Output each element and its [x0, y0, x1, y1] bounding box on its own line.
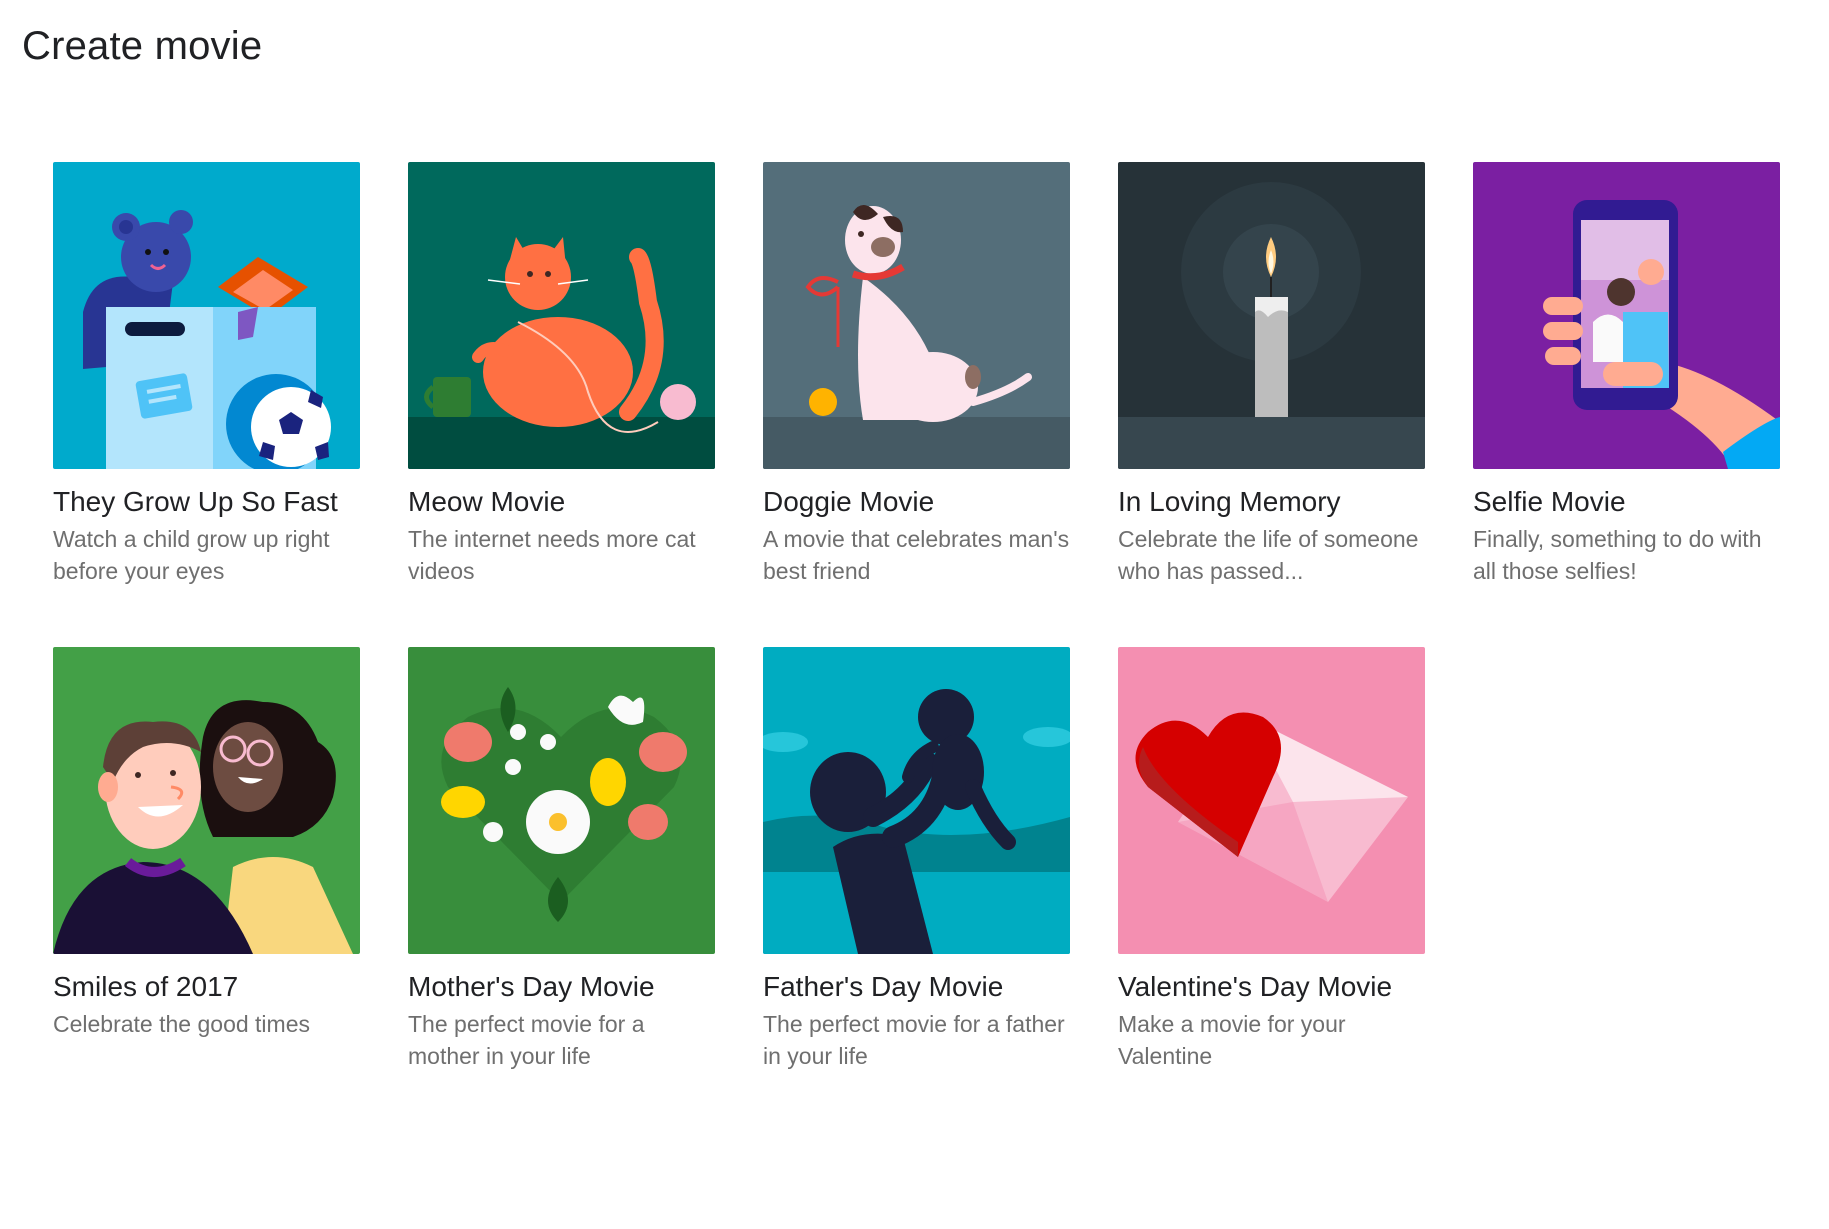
candle-icon[interactable]	[1118, 162, 1425, 469]
card-title: Doggie Movie	[763, 486, 935, 517]
movie-card-selfie[interactable]: Selfie Movie Finally, something to do wi…	[1473, 162, 1780, 587]
card-title: Smiles of 2017	[53, 971, 239, 1002]
card-description: Celebrate the good times	[53, 1011, 310, 1037]
flower-heart-icon[interactable]	[408, 647, 715, 954]
movie-card-they-grow-up[interactable]: They Grow Up So Fast Watch a child grow …	[53, 162, 360, 587]
cat-icon[interactable]	[408, 162, 715, 469]
selfie-phone-icon[interactable]	[1473, 162, 1780, 469]
card-description: Celebrate the life of someone who has pa…	[1118, 526, 1419, 584]
movie-card-fathers-day[interactable]: Father's Day Movie The perfect movie for…	[763, 647, 1070, 1072]
card-description: Watch a child grow up right before your …	[53, 526, 330, 584]
page-title: Create movie	[22, 24, 263, 68]
card-title: In Loving Memory	[1118, 486, 1341, 517]
teddy-bear-toybox-icon[interactable]	[53, 162, 360, 469]
movie-card-in-loving-memory[interactable]: In Loving Memory Celebrate the life of s…	[1118, 162, 1425, 587]
card-description: The perfect movie for a mother in your l…	[408, 1011, 645, 1069]
card-title: They Grow Up So Fast	[53, 486, 338, 517]
dog-icon[interactable]	[763, 162, 1070, 469]
card-title: Valentine's Day Movie	[1118, 971, 1393, 1002]
card-description: The internet needs more cat videos	[408, 526, 696, 584]
movie-card-valentines-day[interactable]: Valentine's Day Movie Make a movie for y…	[1118, 647, 1425, 1072]
card-title: Mother's Day Movie	[408, 971, 655, 1002]
movie-card-smiles-of-2017[interactable]: Smiles of 2017 Celebrate the good times	[53, 647, 360, 1040]
card-title: Selfie Movie	[1473, 486, 1626, 517]
card-description: Finally, something to do with all those …	[1473, 526, 1762, 584]
movie-card-mothers-day[interactable]: Mother's Day Movie The perfect movie for…	[408, 647, 715, 1072]
card-title: Meow Movie	[408, 486, 566, 517]
heart-envelope-icon[interactable]	[1118, 647, 1425, 954]
smiling-couple-icon[interactable]	[53, 647, 360, 954]
card-description: Make a movie for your Valentine	[1118, 1011, 1346, 1069]
father-lifting-baby-icon[interactable]	[763, 647, 1070, 954]
card-title: Father's Day Movie	[763, 971, 1004, 1002]
card-description: A movie that celebrates man's best frien…	[763, 526, 1070, 584]
card-description: The perfect movie for a father in your l…	[763, 1011, 1065, 1069]
movie-card-doggie[interactable]: Doggie Movie A movie that celebrates man…	[763, 162, 1070, 587]
movie-card-meow[interactable]: Meow Movie The internet needs more cat v…	[408, 162, 715, 587]
